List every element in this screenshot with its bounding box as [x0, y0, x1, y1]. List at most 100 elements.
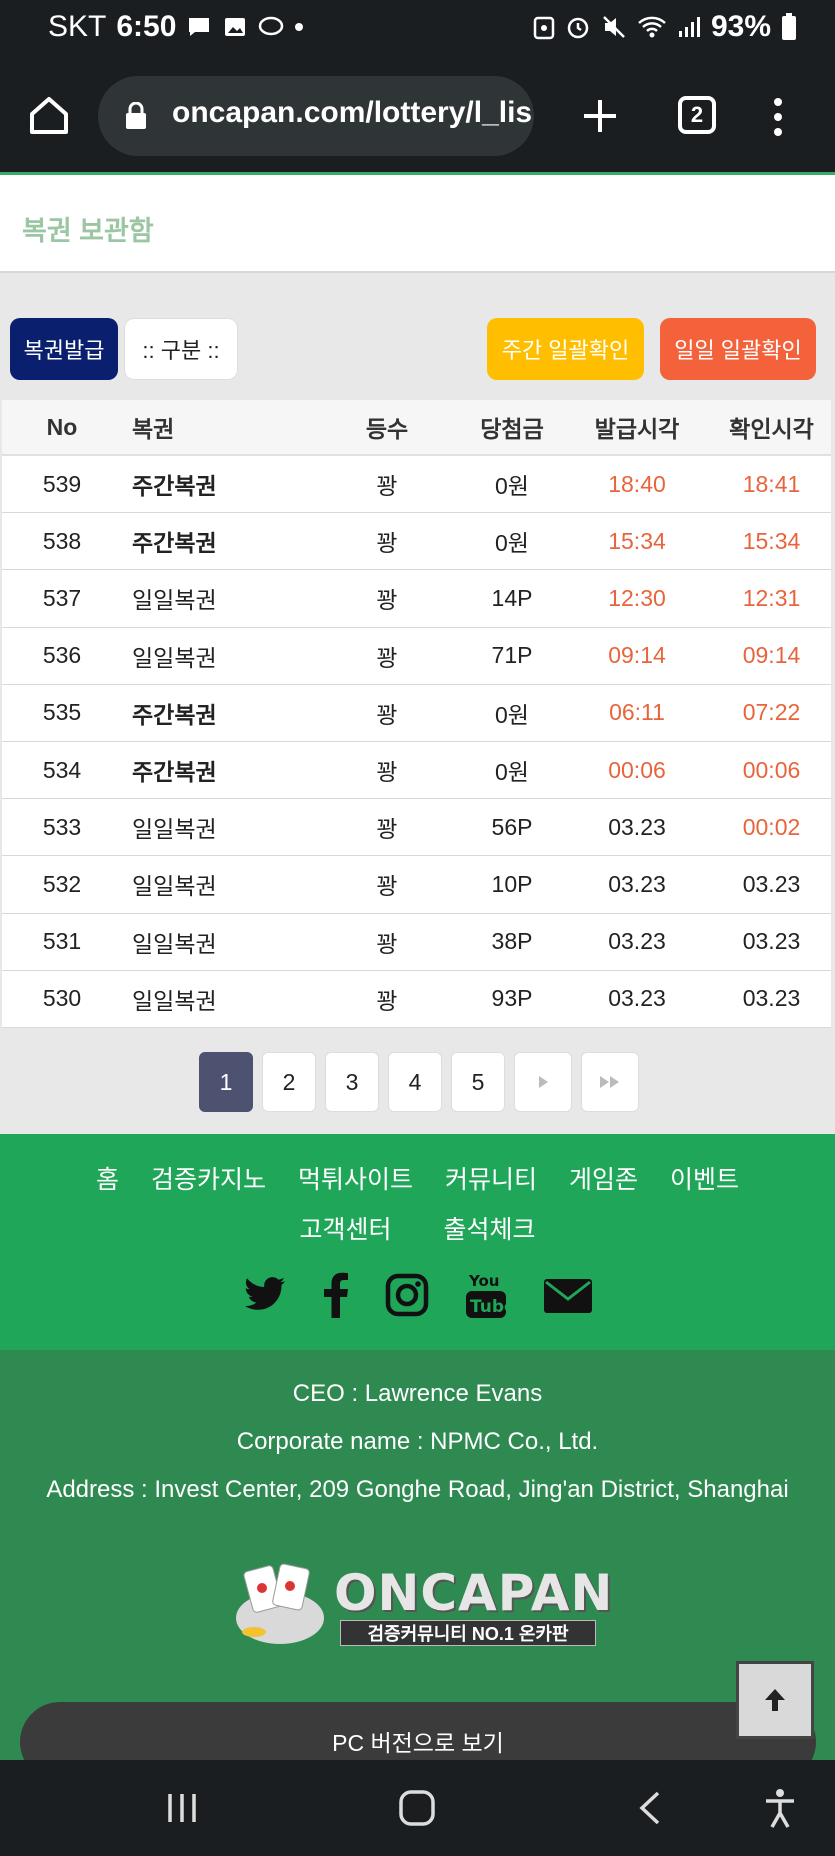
row-lottery-name: 주간복권 [132, 701, 217, 728]
row-issued-time: 12:30 [608, 584, 666, 611]
tab-switcher-button[interactable]: 2 [678, 96, 716, 134]
home-nav-icon[interactable] [398, 1789, 436, 1827]
row-issued-time: 00:06 [608, 756, 666, 783]
url-text: oncapan.com/lottery/l_lis [172, 96, 533, 129]
row-no: 535 [42, 699, 82, 726]
lottery-table: No 복권 등수 당첨금 발급시각 확인시각 539 주간복권 꽝 0원 18:… [2, 400, 831, 1028]
row-checked-time: 18:41 [742, 470, 801, 497]
header-checked-time: 확인시각 [729, 416, 814, 442]
row-prize: 0원 [495, 473, 529, 500]
address-bar[interactable]: oncapan.com/lottery/l_lis [98, 76, 534, 156]
footer-link-verified-casino[interactable]: 검증카지노 [151, 1160, 266, 1196]
footer-nav: 홈 검증카지노 먹튀사이트 커뮤니티 게임존 이벤트 고객센터 출석체크 You… [0, 1134, 835, 1350]
row-lottery-name: 일일복권 [132, 816, 217, 843]
message-icon [189, 18, 210, 36]
row-lottery-name: 일일복권 [132, 987, 217, 1014]
address-text: Address : Invest Center, 209 Gonghe Road… [46, 1476, 789, 1503]
table-header: No 복권 등수 당첨금 발급시각 확인시각 [2, 400, 831, 456]
accessibility-icon[interactable] [762, 1787, 798, 1829]
caret-right-icon [539, 1076, 548, 1088]
youtube-icon[interactable]: You Tube [465, 1270, 507, 1320]
cards-logo-icon [236, 1563, 324, 1644]
home-icon[interactable] [28, 94, 70, 136]
corporate-name-text: Corporate name : NPMC Co., Ltd. [236, 1428, 599, 1455]
row-prize: 0원 [495, 759, 529, 786]
daily-check-button[interactable]: 일일 일괄확인 [660, 318, 816, 380]
row-issued-time: 09:14 [608, 642, 666, 669]
table-row[interactable]: 534 주간복권 꽝 0원 00:06 00:06 [2, 741, 831, 800]
mute-icon [603, 16, 625, 38]
header-prize: 당첨금 [480, 416, 544, 442]
row-lottery-name: 주간복권 [132, 473, 217, 500]
footer-link-home[interactable]: 홈 [96, 1160, 119, 1196]
row-rank: 꽝 [376, 701, 398, 728]
footer-link-events[interactable]: 이벤트 [670, 1160, 739, 1196]
double-caret-right-icon [600, 1076, 619, 1088]
row-rank: 꽝 [376, 987, 398, 1014]
row-no: 530 [42, 985, 82, 1012]
row-prize: 56P [491, 813, 533, 840]
row-rank: 꽝 [376, 873, 398, 900]
table-row[interactable]: 532 일일복권 꽝 10P 03.23 03.23 [2, 856, 831, 914]
row-lottery-name: 일일복권 [132, 587, 217, 614]
row-checked-time: 07:22 [742, 699, 801, 726]
back-icon[interactable] [636, 1789, 664, 1827]
logo-text: ONCAPAN [334, 1564, 614, 1622]
wifi-icon [638, 16, 666, 38]
header-no: No [46, 413, 78, 440]
row-issued-time: 15:34 [608, 527, 666, 554]
table-row[interactable]: 530 일일복권 꽝 93P 03.23 03.23 [2, 970, 831, 1028]
new-tab-icon[interactable] [580, 96, 620, 136]
header-rank: 등수 [365, 416, 409, 442]
page-2-button[interactable]: 2 [262, 1052, 316, 1112]
last-page-button[interactable] [581, 1052, 639, 1112]
next-page-button[interactable] [514, 1052, 572, 1112]
row-prize: 0원 [495, 530, 529, 557]
alarm-icon [567, 17, 589, 39]
row-issued-time: 18:40 [608, 470, 666, 497]
table-row[interactable]: 535 주간복권 꽝 0원 06:11 07:22 [2, 684, 831, 742]
row-issued-time: 06:11 [609, 699, 665, 726]
page-5-button[interactable]: 5 [451, 1052, 505, 1112]
status-bar: SKT 6:50 93% [0, 0, 835, 60]
more-menu-icon[interactable] [770, 96, 786, 138]
page-1-button[interactable]: 1 [199, 1052, 253, 1112]
arrow-up-icon [765, 1689, 785, 1711]
row-issued-time: 03.23 [608, 928, 666, 955]
footer-link-scam-sites[interactable]: 먹튀사이트 [298, 1160, 413, 1196]
carrier-label: SKT [48, 10, 107, 43]
twitter-icon[interactable] [243, 1276, 287, 1314]
row-checked-time: 03.23 [742, 985, 801, 1012]
footer-link-attendance[interactable]: 출석체크 [444, 1210, 536, 1246]
email-icon[interactable] [543, 1275, 593, 1315]
row-issued-time: 03.23 [608, 870, 666, 897]
row-prize: 71P [491, 642, 533, 669]
table-row[interactable]: 539 주간복권 꽝 0원 18:40 18:41 [2, 456, 831, 514]
footer-link-support[interactable]: 고객센터 [299, 1210, 391, 1246]
category-select[interactable]: :: 구분 :: [124, 318, 238, 380]
row-no: 531 [42, 928, 82, 955]
gallery-icon [225, 18, 246, 36]
row-prize: 10P [491, 870, 533, 897]
page-3-button[interactable]: 3 [325, 1052, 379, 1112]
page-title: 복권 보관함 [22, 216, 154, 246]
scroll-top-button[interactable] [736, 1661, 814, 1739]
row-checked-time: 09:14 [742, 642, 801, 669]
issue-lottery-button[interactable]: 복권발급 [10, 318, 118, 380]
table-row[interactable]: 538 주간복권 꽝 0원 15:34 15:34 [2, 513, 831, 571]
footer-link-community[interactable]: 커뮤니티 [445, 1160, 537, 1196]
row-rank: 꽝 [376, 530, 398, 557]
table-row[interactable]: 536 일일복권 꽝 71P 09:14 09:14 [2, 627, 831, 685]
row-issued-time: 03.23 [608, 985, 666, 1012]
instagram-icon[interactable] [385, 1273, 429, 1317]
page-4-button[interactable]: 4 [388, 1052, 442, 1112]
weekly-check-button[interactable]: 주간 일괄확인 [487, 318, 644, 380]
recent-apps-icon[interactable] [164, 1790, 200, 1826]
table-row[interactable]: 531 일일복권 꽝 38P 03.23 03.23 [2, 913, 831, 971]
battery-percent: 93% [710, 10, 771, 43]
facebook-icon[interactable] [323, 1272, 349, 1318]
table-row[interactable]: 537 일일복권 꽝 14P 12:30 12:31 [2, 570, 831, 628]
row-prize: 0원 [495, 701, 529, 728]
table-row[interactable]: 533 일일복권 꽝 56P 03.23 00:02 [2, 799, 831, 857]
footer-link-game-zone[interactable]: 게임존 [569, 1160, 638, 1196]
